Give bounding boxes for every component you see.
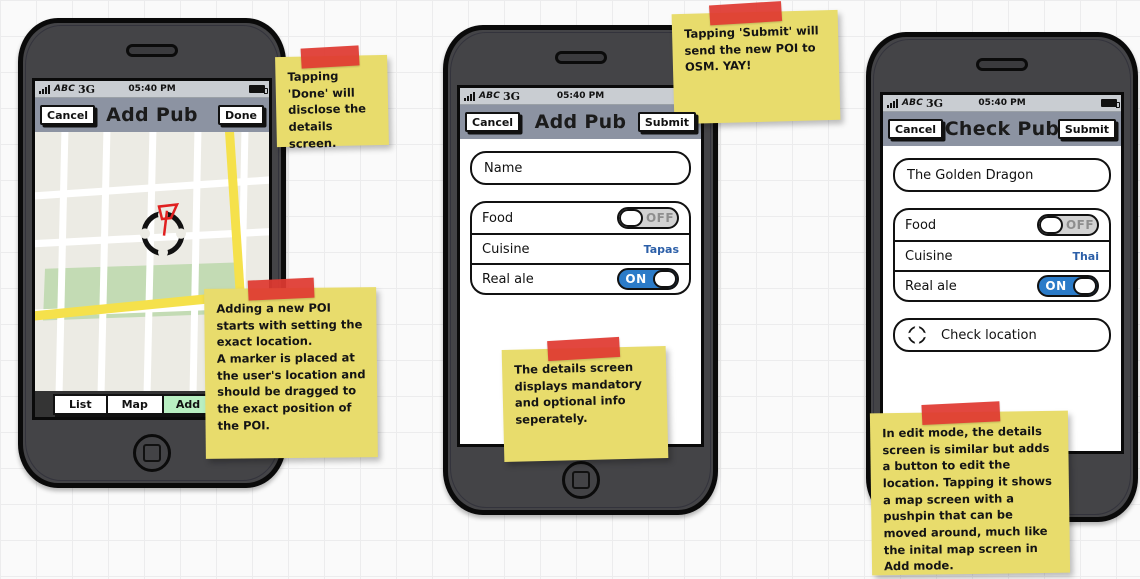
carrier-label: ABC: [479, 91, 501, 101]
screen: ABC 3G 05:40 PM Cancel Check Pub Submit …: [880, 92, 1124, 454]
tape-icon: [300, 45, 360, 69]
row-cuisine[interactable]: Cuisine Thai: [895, 240, 1109, 270]
name-input[interactable]: The Golden Dragon: [893, 158, 1111, 192]
toggle-state-label: ON: [625, 272, 647, 286]
home-button[interactable]: [561, 461, 600, 499]
row-food[interactable]: Food OFF: [472, 203, 689, 233]
tape-icon: [709, 1, 783, 26]
toggle-state-label: OFF: [1065, 218, 1095, 232]
note-submit: Tapping 'Submit' will send the new POI t…: [671, 1, 841, 125]
check-location-button[interactable]: Check location: [893, 318, 1111, 352]
clock-label: 05:40 PM: [978, 98, 1026, 108]
real-ale-toggle[interactable]: ON: [617, 268, 679, 290]
optional-info-group: Food OFF Cuisine Tapas Real ale ON: [470, 201, 691, 295]
cancel-button[interactable]: Cancel: [465, 112, 521, 132]
row-label: Cuisine: [905, 248, 953, 264]
crosshair-icon: [907, 325, 927, 345]
row-label: Food: [905, 217, 937, 233]
tape-icon: [547, 336, 621, 362]
food-toggle[interactable]: OFF: [617, 207, 679, 229]
optional-info-group: Food OFF Cuisine Thai Real ale ON: [893, 208, 1111, 302]
row-real-ale[interactable]: Real ale ON: [895, 270, 1109, 300]
name-input[interactable]: Name: [470, 151, 691, 185]
signal-bars-icon: [39, 84, 50, 94]
cuisine-value: Tapas: [643, 242, 679, 256]
note-details: The details screen displays mandatory an…: [501, 336, 669, 462]
nav-bar: Cancel Add Pub Done: [35, 98, 269, 132]
toggle-knob: [1039, 216, 1063, 234]
tape-icon: [247, 277, 315, 301]
row-food[interactable]: Food OFF: [895, 210, 1109, 240]
toggle-knob: [1073, 277, 1097, 295]
details-form: Name Food OFF Cuisine Tapas Real ale ON: [460, 139, 701, 295]
earpiece-icon: [554, 51, 607, 64]
submit-button[interactable]: Submit: [637, 112, 696, 132]
row-cuisine[interactable]: Cuisine Tapas: [472, 233, 689, 263]
note-text: Adding a new POI starts with setting the…: [216, 300, 366, 433]
battery-icon: [1101, 99, 1120, 108]
status-bar: ABC 3G 05:40 PM: [35, 81, 269, 98]
clock-label: 05:40 PM: [128, 84, 176, 94]
earpiece-icon: [126, 44, 178, 57]
note-text: Tapping 'Done' will disclose the details…: [287, 68, 367, 151]
row-label: Real ale: [482, 271, 534, 287]
cancel-button[interactable]: Cancel: [888, 119, 944, 139]
row-label: Cuisine: [482, 241, 530, 257]
details-form: The Golden Dragon Food OFF Cuisine Thai: [883, 146, 1121, 352]
note-edit: In edit mode, the details screen is simi…: [869, 401, 1071, 576]
network-label: 3G: [78, 82, 96, 96]
signal-bars-icon: [464, 91, 475, 101]
carrier-label: ABC: [902, 98, 924, 108]
network-label: 3G: [926, 96, 944, 110]
signal-bars-icon: [887, 98, 898, 108]
submit-button[interactable]: Submit: [1057, 119, 1116, 139]
note-marker: Adding a new POI starts with setting the…: [204, 277, 378, 459]
row-real-ale[interactable]: Real ale ON: [472, 263, 689, 293]
toggle-state-label: OFF: [645, 211, 675, 225]
nav-bar: Cancel Check Pub Submit: [883, 112, 1121, 146]
note-done: Tapping 'Done' will disclose the details…: [275, 45, 389, 151]
wireframe-canvas: ABC 3G 05:40 PM Cancel Add Pub Done List…: [0, 0, 1140, 579]
carrier-label: ABC: [54, 84, 76, 94]
food-toggle[interactable]: OFF: [1037, 214, 1099, 236]
status-bar: ABC 3G 05:40 PM: [883, 95, 1121, 112]
real-ale-toggle[interactable]: ON: [1037, 275, 1099, 297]
cancel-button[interactable]: Cancel: [40, 105, 96, 125]
toggle-knob: [619, 209, 643, 227]
toggle-knob: [653, 270, 677, 288]
clock-label: 05:40 PM: [556, 91, 605, 101]
cuisine-value: Thai: [1072, 249, 1099, 263]
tab-list[interactable]: List: [53, 393, 108, 415]
tab-map[interactable]: Map: [105, 393, 164, 415]
row-label: Real ale: [905, 278, 957, 294]
note-text: The details screen displays mandatory an…: [513, 359, 643, 427]
status-bar: ABC 3G 05:40 PM: [460, 88, 701, 105]
note-text: Tapping 'Submit' will send the new POI t…: [683, 23, 819, 75]
tape-icon: [921, 401, 1001, 426]
battery-icon: [249, 85, 268, 94]
note-text: In edit mode, the details screen is simi…: [882, 423, 1053, 574]
home-button[interactable]: [133, 434, 171, 472]
done-button[interactable]: Done: [218, 105, 264, 125]
toggle-state-label: ON: [1045, 279, 1067, 293]
row-label: Food: [482, 210, 514, 226]
network-label: 3G: [503, 89, 521, 103]
check-location-label: Check location: [941, 327, 1037, 343]
nav-bar: Cancel Add Pub Submit: [460, 105, 701, 139]
earpiece-icon: [976, 58, 1028, 71]
